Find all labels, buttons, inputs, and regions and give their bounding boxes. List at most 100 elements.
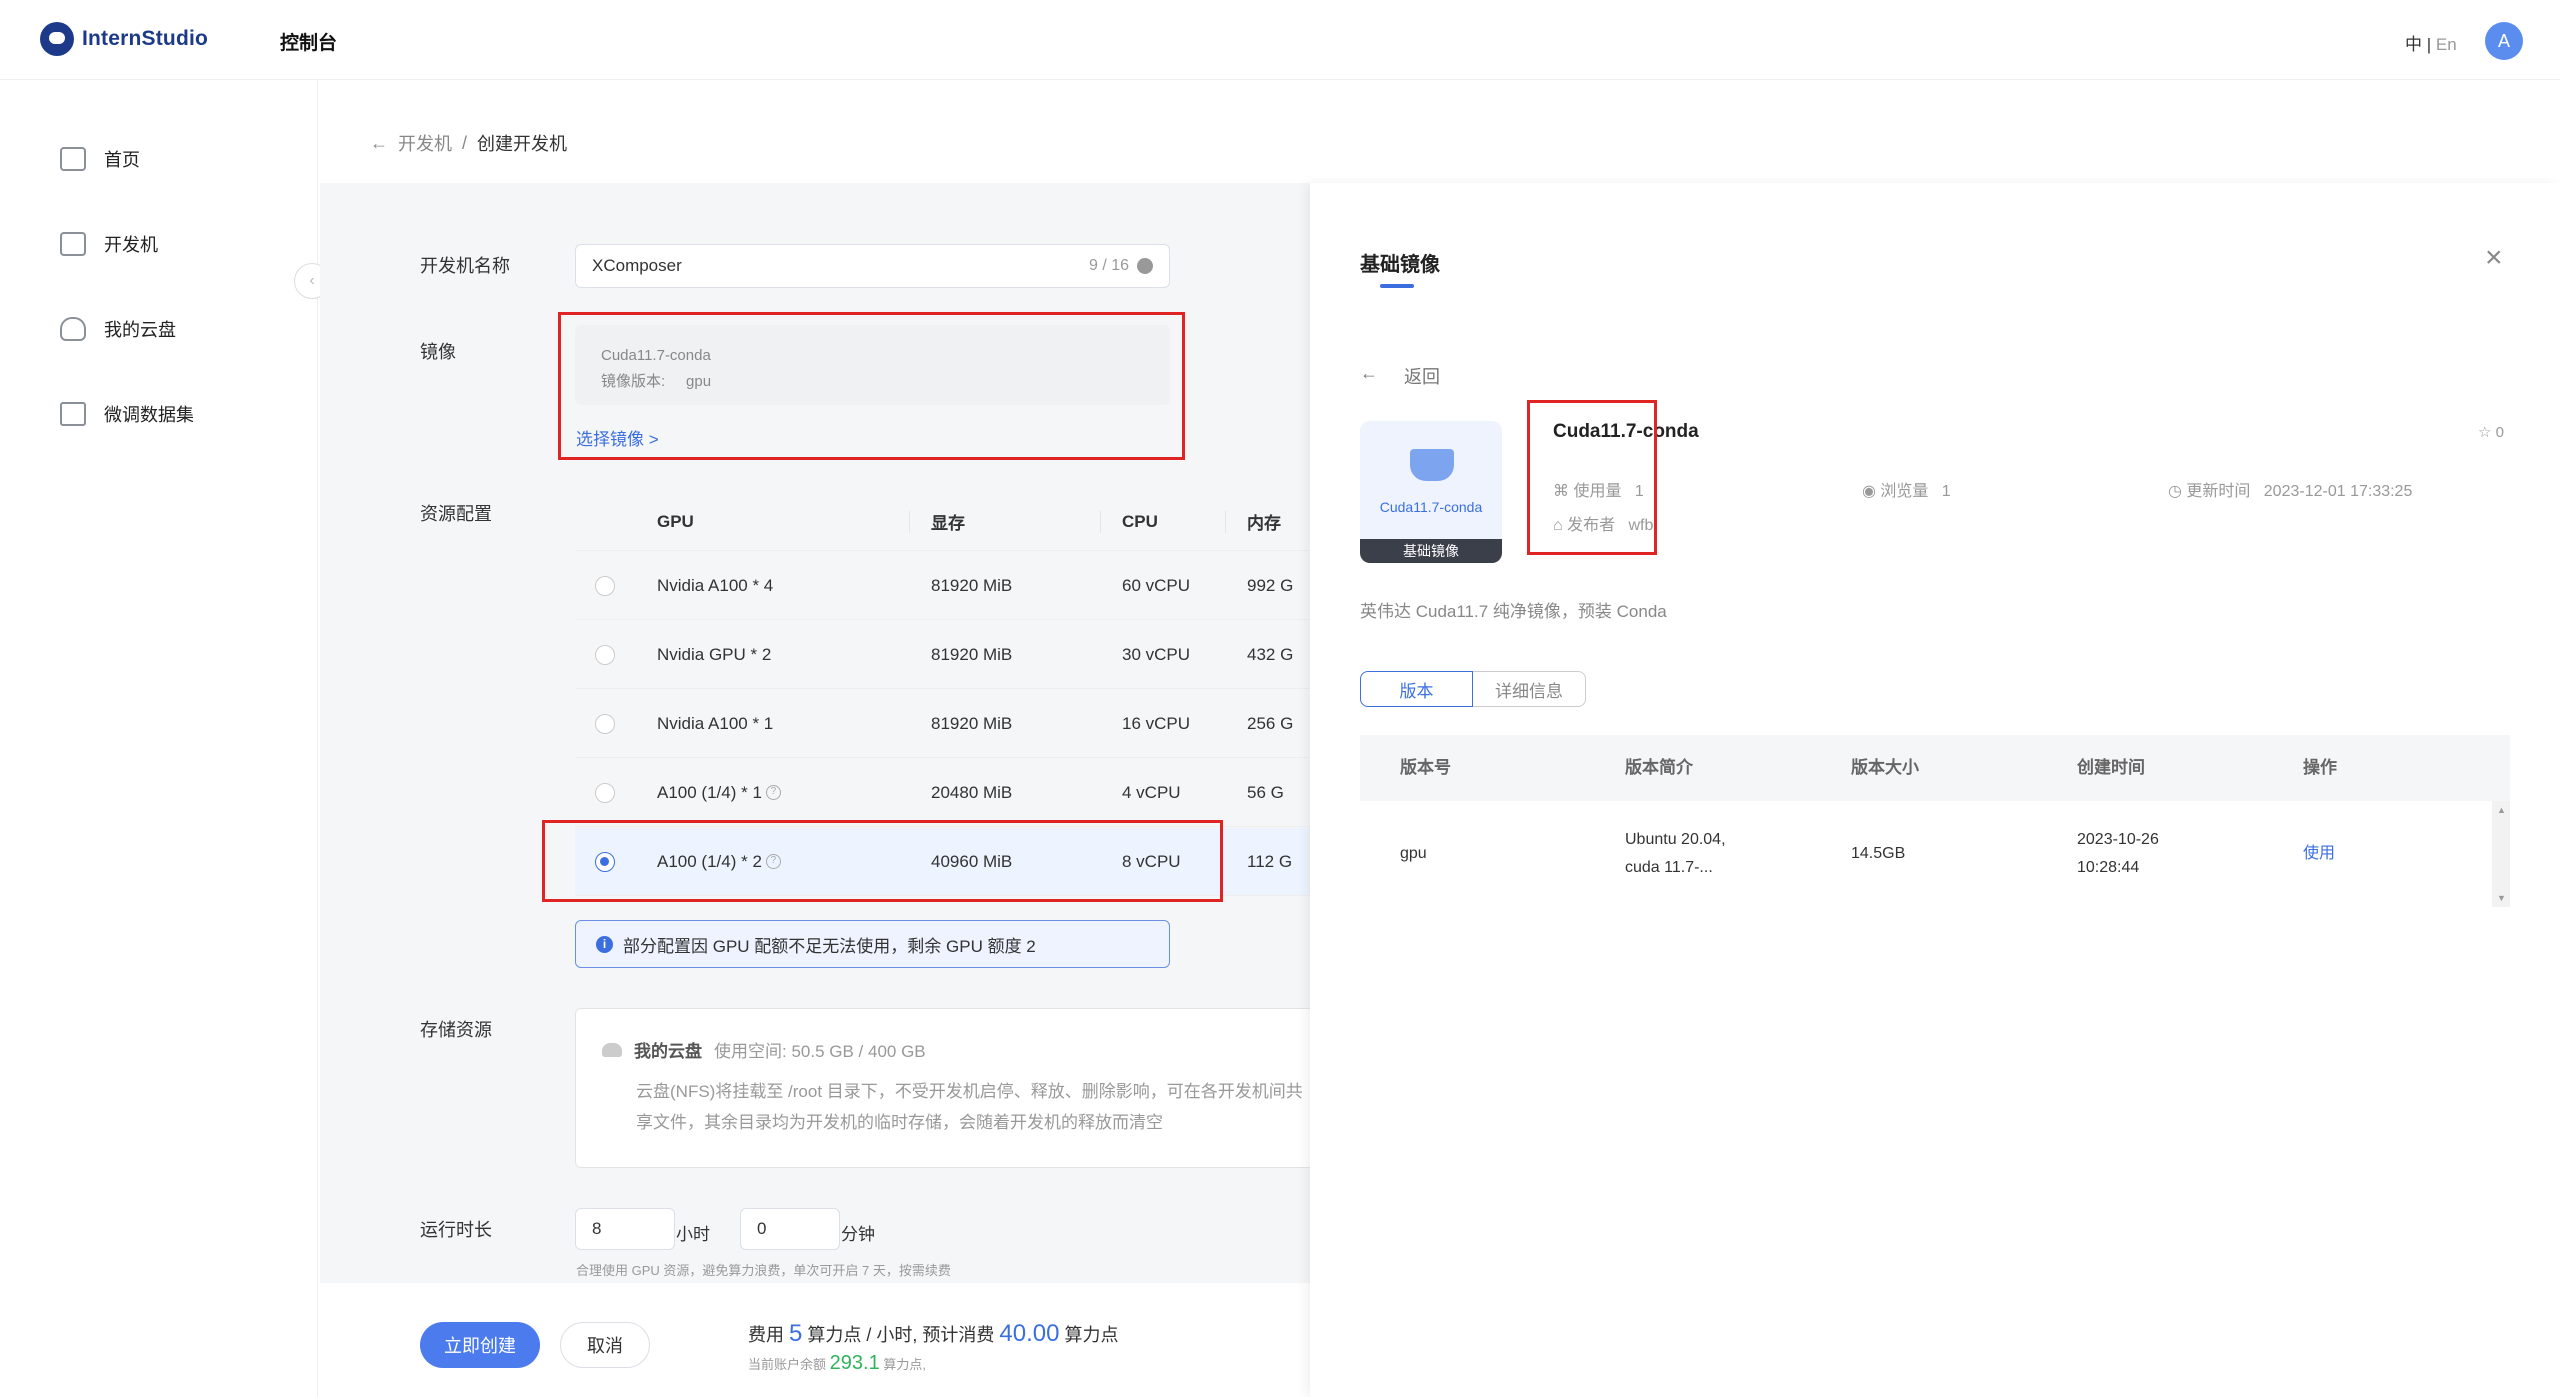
hours-input[interactable]: 8	[575, 1208, 675, 1250]
sidebar-item-dataset[interactable]: 微调数据集	[60, 397, 194, 431]
use-version-link[interactable]: 使用	[2303, 801, 2335, 907]
cloud-icon	[60, 317, 86, 341]
duration-label: 运行时长	[420, 1220, 492, 1240]
dataset-icon	[60, 402, 86, 426]
eye-icon: ◉	[1862, 483, 1876, 500]
duration-hint: 合理使用 GPU 资源，避免算力浪费，单次可开启 7 天，按需续费	[576, 1263, 951, 1278]
language-switch[interactable]: 中 | En	[2405, 30, 2457, 55]
minutes-unit: 分钟	[841, 1225, 875, 1244]
create-button[interactable]: 立即创建	[420, 1322, 540, 1368]
col-gpu: GPU	[657, 511, 694, 531]
breadcrumb-current: 创建开发机	[477, 134, 568, 154]
sidebar: 首页 开发机 我的云盘 微调数据集	[0, 80, 318, 1397]
internstudio-logo[interactable]: InternStudio	[40, 22, 208, 56]
drawer-title-underline	[1380, 284, 1414, 288]
table-row[interactable]: Nvidia A100 * 4 81920 MiB 60 vCPU 992 G	[575, 552, 1310, 620]
fee-summary: 费用 5 算力点 / 小时, 预计消费 40.00 算力点	[748, 1320, 1119, 1347]
star-icon: ☆	[2478, 424, 2492, 441]
tab-details[interactable]: 详细信息	[1473, 671, 1586, 707]
back-label: 返回	[1404, 367, 1440, 387]
image-card-tag: 基础镜像	[1360, 539, 1502, 563]
drawer-title: 基础镜像	[1360, 254, 1440, 276]
resource-radio[interactable]	[595, 644, 615, 665]
base-image-drawer: 基础镜像 × ← 返回 Cuda11.7-conda 基础镜像 Cuda11.7…	[1310, 183, 2560, 1397]
sidebar-item-cloud-disk[interactable]: 我的云盘	[60, 312, 176, 346]
sidebar-item-devmachine[interactable]: 开发机	[60, 227, 158, 261]
version-size: 14.5GB	[1851, 845, 1906, 862]
back-link[interactable]: ← 返回	[1360, 363, 1440, 389]
resource-table-header: GPU 显存 CPU 内存	[575, 493, 1310, 551]
quota-notice: i 部分配置因 GPU 配额不足无法使用，剩余 GPU 额度 2	[575, 920, 1170, 968]
highlight-box-image	[558, 312, 1185, 460]
resource-label: 资源配置	[420, 504, 492, 524]
info-icon: i	[596, 935, 613, 953]
breadcrumb-parent[interactable]: 开发机	[398, 130, 452, 156]
image-updated: ◷ 更新时间 2023-12-01 17:33:25	[2168, 483, 2413, 500]
machine-name-input[interactable]: XComposer 9 / 16	[575, 244, 1170, 288]
image-card: Cuda11.7-conda 基础镜像	[1360, 421, 1502, 563]
account-balance: 当前账户余额 293.1 算力点,	[748, 1352, 926, 1374]
highlight-box-resource	[542, 820, 1223, 902]
back-arrow-icon[interactable]: ←	[370, 133, 388, 154]
favorite-button[interactable]: ☆ 0	[2478, 423, 2504, 441]
scroll-down-icon[interactable]: ▼	[2497, 893, 2506, 903]
resource-radio[interactable]	[595, 713, 615, 734]
table-row[interactable]: Nvidia A100 * 1 81920 MiB 16 vCPU 256 G	[575, 690, 1310, 758]
terminal-icon	[60, 232, 86, 256]
col-cpu: CPU	[1122, 511, 1158, 531]
user-avatar[interactable]: A	[2485, 22, 2523, 60]
sidebar-item-label: 开发机	[104, 235, 158, 255]
sidebar-item-label: 微调数据集	[104, 405, 194, 425]
table-row[interactable]: A100 (1/4) * 1? 20480 MiB 4 vCPU 56 G	[575, 759, 1310, 827]
breadcrumb: ← 开发机 / 创建开发机	[370, 130, 567, 156]
resource-radio[interactable]	[595, 782, 615, 803]
storage-label: 存储资源	[420, 1020, 492, 1040]
highlight-box-image-info	[1527, 400, 1657, 555]
back-arrow-icon: ←	[1360, 363, 1378, 383]
clear-icon[interactable]	[1137, 258, 1153, 274]
close-icon[interactable]: ×	[2485, 243, 2503, 273]
name-char-count: 9 / 16	[1089, 257, 1153, 275]
cancel-button[interactable]: 取消	[560, 1322, 650, 1368]
clock-icon: ◷	[2168, 483, 2182, 500]
lang-separator: |	[2426, 35, 2432, 54]
minutes-input[interactable]: 0	[740, 1208, 840, 1250]
sidebar-item-label: 我的云盘	[104, 320, 176, 340]
storage-box: 我的云盘 使用空间: 50.5 GB / 400 GB 云盘(NFS)将挂载至 …	[575, 1008, 1315, 1168]
logo-icon	[40, 22, 74, 56]
lang-en[interactable]: En	[2436, 35, 2457, 54]
brand-name: InternStudio	[82, 27, 209, 50]
help-icon[interactable]: ?	[765, 785, 781, 800]
resource-radio[interactable]	[595, 575, 615, 596]
home-icon	[60, 147, 86, 171]
storage-title: 我的云盘	[634, 1042, 702, 1061]
tab-versions[interactable]: 版本	[1360, 671, 1473, 707]
scroll-up-icon[interactable]: ▲	[2497, 805, 2506, 815]
version-id: gpu	[1400, 845, 1427, 862]
version-table-scrollbar[interactable]: ▲ ▼	[2492, 801, 2510, 907]
cloud-icon	[602, 1042, 622, 1057]
fee-total: 40.00	[999, 1320, 1060, 1347]
top-header: InternStudio 控制台 中 | En A	[0, 0, 2560, 80]
quota-notice-text: 部分配置因 GPU 配额不足无法使用，剩余 GPU 额度 2	[623, 936, 1036, 956]
breadcrumb-separator: /	[462, 132, 468, 153]
image-label: 镜像	[420, 342, 456, 362]
table-row[interactable]: Nvidia GPU * 2 81920 MiB 30 vCPU 432 G	[575, 621, 1310, 689]
table-row: gpu Ubuntu 20.04, cuda 11.7-... 14.5GB 2…	[1360, 801, 2492, 907]
balance-value: 293.1	[829, 1352, 880, 1374]
image-description: 英伟达 Cuda11.7 纯净镜像，预装 Conda	[1360, 602, 1667, 621]
chevron-left-icon: ‹	[309, 272, 315, 289]
lang-zh[interactable]: 中	[2405, 35, 2422, 54]
sidebar-item-home[interactable]: 首页	[60, 142, 140, 176]
name-label: 开发机名称	[420, 256, 510, 276]
version-created: 2023-10-26 10:28:44	[2077, 831, 2159, 876]
docker-icon	[1410, 449, 1454, 481]
hours-unit: 小时	[676, 1225, 710, 1244]
version-table-header: 版本号 版本简介 版本大小 创建时间 操作	[1360, 735, 2510, 801]
sidebar-item-label: 首页	[104, 150, 140, 170]
image-views: ◉ 浏览量 1	[1862, 483, 1951, 500]
nav-console[interactable]: 控制台	[280, 28, 337, 55]
col-vram: 显存	[931, 514, 965, 533]
version-intro: Ubuntu 20.04, cuda 11.7-...	[1625, 831, 1726, 876]
storage-usage: 使用空间: 50.5 GB / 400 GB	[714, 1042, 926, 1061]
